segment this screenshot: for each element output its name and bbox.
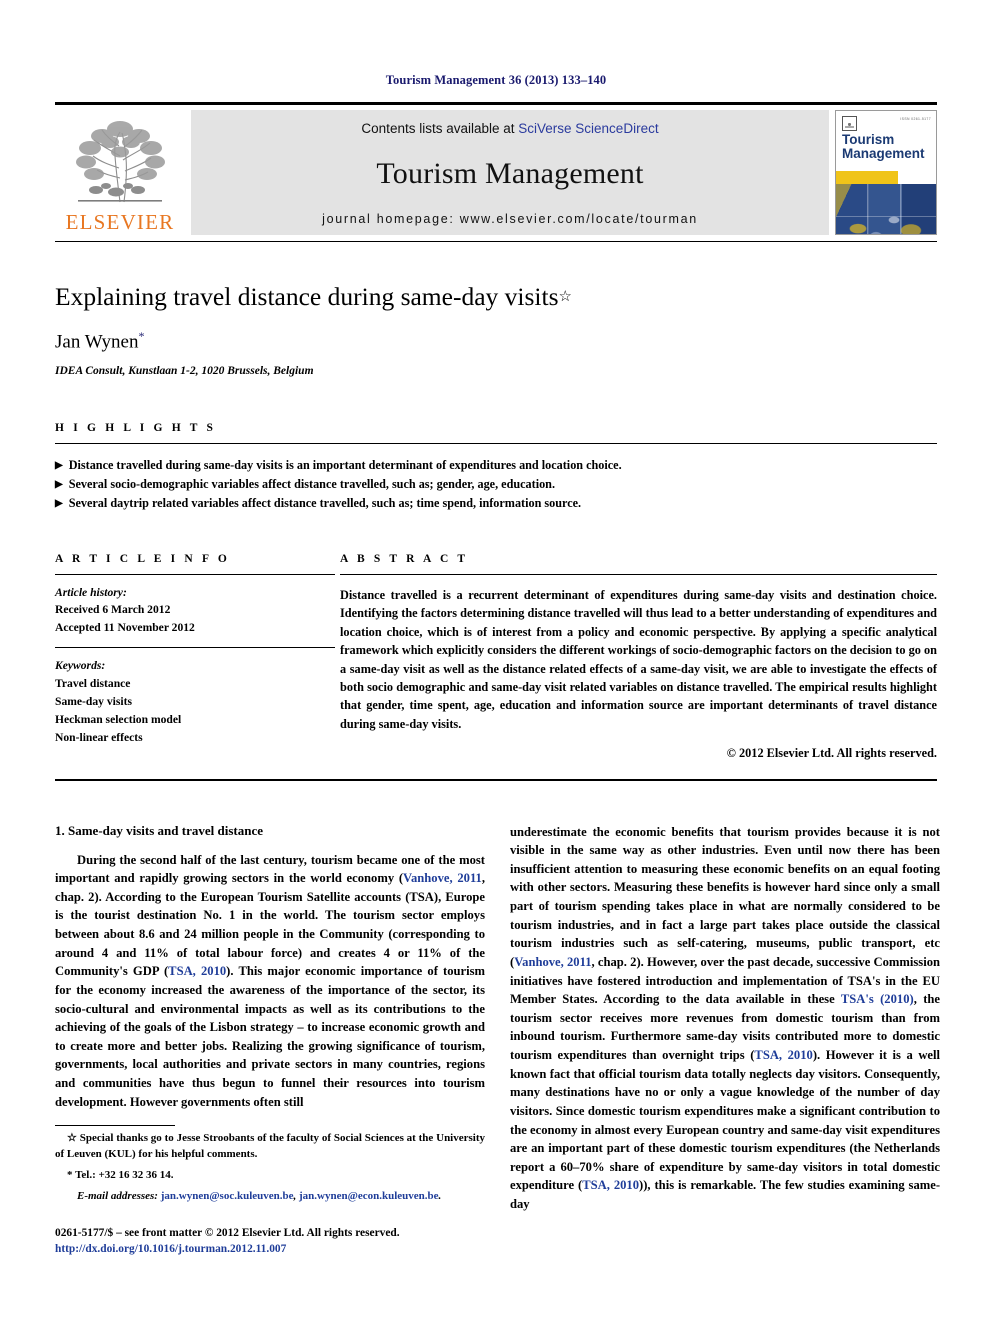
bullet-arrow-icon: ▶ bbox=[55, 478, 63, 490]
contents-box: Contents lists available at SciVerse Sci… bbox=[191, 110, 829, 235]
footnote-acknowledgement: ☆ Special thanks go to Jesse Stroobants … bbox=[55, 1131, 485, 1163]
keyword-item: Non-linear effects bbox=[55, 730, 143, 744]
cover-yellow-band bbox=[836, 171, 898, 184]
footnote-rule bbox=[55, 1125, 175, 1126]
abstract-rule bbox=[340, 573, 937, 575]
highlight-text: Distance travelled during same-day visit… bbox=[68, 457, 622, 472]
article-page: Tourism Management 36 (2013) 133–140 ELS… bbox=[0, 0, 992, 1323]
footnote-star-marker: ☆ bbox=[67, 1132, 77, 1144]
cover-top: ISSN 0261-5177 Tourism Management bbox=[836, 111, 936, 171]
paragraph-run: ). This major economic importance of tou… bbox=[55, 964, 486, 1109]
footnote-acknowledgement-text: Special thanks go to Jesse Stroobants of… bbox=[55, 1132, 486, 1160]
paragraph-run: , chap. 2). According to the European To… bbox=[55, 871, 485, 979]
article-info-label: A R T I C L E I N F O bbox=[55, 552, 230, 565]
cover-title: Tourism Management bbox=[842, 133, 930, 161]
paragraph-run: ). However it is a well known fact that … bbox=[510, 1048, 941, 1193]
article-history-label: Article history: bbox=[55, 585, 127, 599]
footnote-emails: E-mail addresses: jan.wynen@soc.kuleuven… bbox=[77, 1189, 485, 1205]
citation-link[interactable]: Vanhove, 2011 bbox=[514, 955, 591, 969]
body-paragraph-right: underestimate the economic benefits that… bbox=[510, 823, 940, 1214]
cover-title-line-2: Management bbox=[842, 145, 925, 161]
bullet-arrow-icon: ▶ bbox=[55, 459, 63, 471]
paragraph-run: underestimate the economic benefits that… bbox=[510, 824, 940, 969]
bullet-arrow-icon: ▶ bbox=[55, 497, 63, 509]
citation-link[interactable]: TSA, 2010 bbox=[582, 1178, 639, 1192]
highlight-text: Several socio-demographic variables affe… bbox=[68, 476, 556, 491]
footnote-asterisk-marker: * bbox=[67, 1168, 73, 1181]
email-label: E-mail addresses: bbox=[77, 1189, 158, 1202]
info-abstract-row: A R T I C L E I N F O Article history: R… bbox=[55, 553, 937, 761]
contents-prefix: Contents lists available at bbox=[361, 121, 519, 136]
title-footnote-marker[interactable]: ☆ bbox=[559, 289, 572, 305]
received-date: Received 6 March 2012 bbox=[55, 603, 171, 617]
section-heading: 1. Same-day visits and travel distance bbox=[55, 822, 263, 838]
header-rule bbox=[55, 102, 937, 105]
doi-link[interactable]: http://dx.doi.org/10.1016/j.tourman.2012… bbox=[55, 1241, 485, 1258]
author-name: Jan Wynen* bbox=[55, 329, 937, 353]
author-text: Jan Wynen bbox=[55, 330, 139, 352]
citation-link[interactable]: TSA, 2010 bbox=[168, 964, 226, 978]
cover-issn-text: ISSN 0261-5177 bbox=[900, 117, 931, 121]
body-column-right: underestimate the economic benefits that… bbox=[510, 823, 940, 1214]
keyword-item: Heckman selection model bbox=[55, 712, 182, 726]
highlights-label: H I G H L I G H T S bbox=[55, 421, 217, 434]
article-title-text: Explaining travel distance during same-d… bbox=[55, 282, 559, 311]
issn-line: 0261-5177/$ – see front matter © 2012 El… bbox=[55, 1226, 400, 1239]
elsevier-wordmark: ELSEVIER bbox=[65, 210, 175, 234]
running-head: Tourism Management 36 (2013) 133–140 bbox=[385, 73, 607, 87]
footnote-area: ☆ Special thanks go to Jesse Stroobants … bbox=[55, 1125, 485, 1258]
abstract-bottom-rule bbox=[55, 778, 937, 781]
list-item: ▶ Several daytrip related variables affe… bbox=[55, 494, 937, 513]
keywords-block: Keywords: Travel distance Same-day visit… bbox=[55, 657, 335, 747]
abstract-copyright: © 2012 Elsevier Ltd. All rights reserved… bbox=[726, 745, 937, 760]
journal-title: Tourism Management bbox=[376, 157, 644, 190]
cover-title-line-1: Tourism bbox=[842, 132, 895, 147]
issn-copyright-block: 0261-5177/$ – see front matter © 2012 El… bbox=[55, 1225, 485, 1258]
highlights-list: ▶ Distance travelled during same-day vis… bbox=[55, 456, 937, 513]
article-info-section: A R T I C L E I N F O Article history: R… bbox=[55, 553, 335, 761]
list-item: ▶ Distance travelled during same-day vis… bbox=[55, 456, 937, 475]
author-affiliation: IDEA Consult, Kunstlaan 1-2, 1020 Brusse… bbox=[55, 364, 314, 377]
cover-photo-collage bbox=[836, 184, 936, 234]
citation-link[interactable]: TSA's (2010) bbox=[841, 992, 914, 1006]
keywords-rule bbox=[55, 646, 335, 648]
citation-link[interactable]: Vanhove, 2011 bbox=[403, 871, 482, 885]
cover-elsevier-mini-icon bbox=[842, 116, 857, 131]
author-footnote-marker[interactable]: * bbox=[138, 329, 144, 343]
keyword-item: Same-day visits bbox=[55, 694, 132, 708]
list-item: ▶ Several socio-demographic variables af… bbox=[55, 475, 937, 494]
body-paragraph-left: During the second half of the last centu… bbox=[55, 851, 485, 1112]
footnote-tel-text: Tel.: +32 16 32 36 14. bbox=[75, 1168, 174, 1181]
journal-cover-thumbnail: ISSN 0261-5177 Tourism Management bbox=[835, 110, 937, 235]
sciencedirect-link[interactable]: SciVerse ScienceDirect bbox=[518, 121, 658, 136]
highlights-section: H I G H L I G H T S ▶ Distance travelled… bbox=[55, 422, 937, 513]
keywords-label: Keywords: bbox=[55, 658, 106, 672]
email-link-secondary[interactable]: jan.wynen@econ.kuleuven.be bbox=[299, 1190, 439, 1202]
elsevier-logo: ELSEVIER bbox=[55, 110, 185, 235]
elsevier-tree-icon bbox=[66, 116, 174, 211]
citation-link[interactable]: TSA, 2010 bbox=[754, 1048, 812, 1062]
email-end-punctuation: . bbox=[438, 1189, 442, 1202]
journal-homepage-link[interactable]: journal homepage: www.elsevier.com/locat… bbox=[322, 212, 698, 226]
journal-masthead: ELSEVIER Contents lists available at Sci… bbox=[55, 110, 937, 235]
keyword-item: Travel distance bbox=[55, 676, 131, 690]
contents-available-line: Contents lists available at SciVerse Sci… bbox=[361, 121, 658, 136]
article-info-rule bbox=[55, 573, 335, 575]
abstract-section: A B S T R A C T Distance travelled is a … bbox=[340, 553, 937, 761]
accepted-date: Accepted 11 November 2012 bbox=[55, 620, 195, 634]
abstract-label: A B S T R A C T bbox=[340, 552, 469, 565]
page-title: Explaining travel distance during same-d… bbox=[55, 282, 937, 313]
abstract-text: Distance travelled is a recurrent determ… bbox=[340, 587, 937, 731]
footnote-corresponding: * Tel.: +32 16 32 36 14. bbox=[55, 1168, 485, 1184]
email-link-primary[interactable]: jan.wynen@soc.kuleuven.be bbox=[161, 1190, 294, 1202]
article-history-block: Article history: Received 6 March 2012 A… bbox=[55, 584, 335, 636]
masthead-rule bbox=[55, 241, 937, 242]
highlights-rule bbox=[55, 442, 937, 444]
highlight-text: Several daytrip related variables affect… bbox=[68, 495, 582, 510]
title-block: Explaining travel distance during same-d… bbox=[55, 282, 937, 377]
